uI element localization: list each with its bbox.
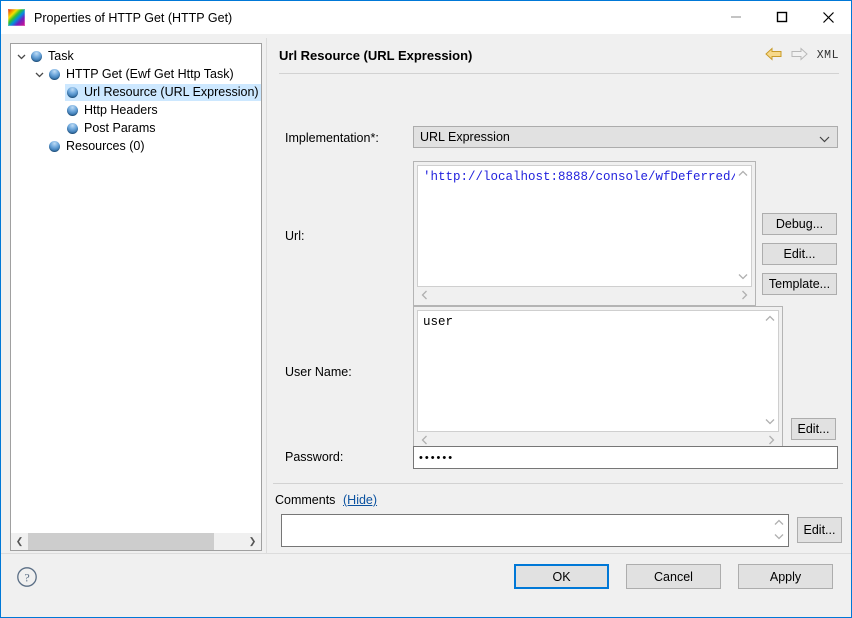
username-value: user: [418, 311, 778, 334]
chevron-down-icon[interactable]: [13, 47, 29, 65]
tree-item-label: Resources (0): [66, 139, 145, 153]
properties-detail-panel: Url Resource (URL Expression) XML: [273, 43, 843, 555]
comments-section-divider: [273, 483, 843, 484]
ok-button[interactable]: OK: [514, 564, 609, 589]
detail-header: Url Resource (URL Expression) XML: [273, 43, 843, 75]
url-value: 'http://localhost:8888/console/wfDeferre…: [418, 166, 751, 189]
comments-value: [282, 515, 788, 523]
node-sphere-icon: [67, 87, 78, 98]
url-edit-button[interactable]: Edit...: [762, 243, 837, 265]
password-input[interactable]: ••••••: [413, 446, 838, 469]
node-sphere-icon: [49, 141, 60, 152]
scroll-down-arrow-icon[interactable]: [765, 417, 775, 428]
implementation-select[interactable]: URL Expression: [413, 126, 838, 148]
node-sphere-icon: [67, 105, 78, 116]
node-sphere-icon: [67, 123, 78, 134]
url-editor-frame: 'http://localhost:8888/console/wfDeferre…: [413, 161, 756, 306]
tree-item-label: Post Params: [84, 121, 156, 135]
tree-item-resources[interactable]: Resources (0): [11, 137, 261, 155]
comments-scroll-spinner[interactable]: [771, 516, 787, 545]
tree-horizontal-scrollbar[interactable]: ❮ ❯: [11, 533, 261, 550]
forward-arrow-icon: [791, 47, 808, 64]
twisty-placeholder: [31, 137, 47, 155]
properties-dialog-window: Properties of HTTP Get (HTTP Get): [0, 0, 852, 618]
scroll-down-arrow-icon[interactable]: [738, 272, 748, 283]
page-title: Url Resource (URL Expression): [279, 48, 472, 63]
password-value: ••••••: [419, 452, 454, 464]
dialog-body: Task HTTP Get (Ewf Get Http Task): [1, 34, 851, 553]
scroll-track[interactable]: [28, 533, 244, 550]
tree-item-http-get[interactable]: HTTP Get (Ewf Get Http Task): [11, 65, 261, 83]
back-arrow-icon[interactable]: [765, 47, 782, 64]
tree-item-url-resource[interactable]: Url Resource (URL Expression): [11, 83, 261, 101]
url-textarea[interactable]: 'http://localhost:8888/console/wfDeferre…: [417, 165, 752, 287]
maximize-button[interactable]: [759, 1, 805, 33]
tree-item-post-params[interactable]: Post Params: [11, 119, 261, 137]
apply-button[interactable]: Apply: [738, 564, 833, 589]
scroll-thumb[interactable]: [28, 533, 214, 550]
username-edit-button[interactable]: Edit...: [791, 418, 836, 440]
node-sphere-icon: [31, 51, 42, 62]
svg-text:?: ?: [24, 571, 29, 585]
tree-item-label: Http Headers: [84, 103, 158, 117]
tree-item-http-headers[interactable]: Http Headers: [11, 101, 261, 119]
twisty-placeholder: [49, 119, 65, 137]
url-vertical-scrollbar[interactable]: [735, 166, 751, 286]
twisty-placeholder: [49, 83, 65, 101]
scroll-left-arrow-icon[interactable]: ❮: [11, 533, 28, 550]
minimize-button[interactable]: [713, 1, 759, 33]
rainbow-app-icon: [8, 9, 25, 26]
scroll-right-arrow-icon[interactable]: ❯: [244, 533, 261, 550]
header-toolbar: XML: [765, 47, 839, 64]
dialog-footer: ? OK Cancel Apply: [1, 553, 851, 617]
twisty-placeholder: [49, 101, 65, 119]
username-label: User Name:: [285, 365, 352, 379]
implementation-label: Implementation*:: [285, 131, 379, 145]
node-sphere-icon: [49, 69, 60, 80]
implementation-value: URL Expression: [420, 130, 510, 144]
tree-items: Task HTTP Get (Ewf Get Http Task): [11, 44, 261, 533]
title-bar: Properties of HTTP Get (HTTP Get): [1, 1, 851, 34]
scroll-right-arrow-icon[interactable]: [741, 290, 748, 303]
panel-divider: [266, 38, 267, 557]
comments-label: Comments: [275, 493, 335, 507]
scroll-up-arrow-icon[interactable]: [765, 314, 775, 325]
chevron-down-icon[interactable]: [819, 132, 830, 146]
username-textarea[interactable]: user: [417, 310, 779, 432]
username-editor-frame: user: [413, 306, 783, 451]
tree-item-label: Url Resource (URL Expression): [84, 85, 259, 99]
comments-edit-button[interactable]: Edit...: [797, 517, 842, 543]
footer-buttons: OK Cancel Apply: [514, 564, 833, 589]
tree-item-label: Task: [48, 49, 74, 63]
window-title: Properties of HTTP Get (HTTP Get): [34, 11, 232, 25]
xml-link[interactable]: XML: [817, 49, 839, 62]
header-divider: [279, 73, 839, 74]
url-horizontal-scrollbar[interactable]: [417, 288, 752, 304]
scroll-up-arrow-icon[interactable]: [738, 169, 748, 180]
cancel-button[interactable]: Cancel: [626, 564, 721, 589]
password-label: Password:: [285, 450, 343, 464]
tree-item-label: HTTP Get (Ewf Get Http Task): [66, 67, 234, 81]
window-controls: [713, 1, 851, 33]
comments-textarea[interactable]: [281, 514, 789, 547]
properties-tree-panel[interactable]: Task HTTP Get (Ewf Get Http Task): [10, 43, 262, 551]
debug-button[interactable]: Debug...: [762, 213, 837, 235]
chevron-down-icon[interactable]: [31, 65, 47, 83]
scroll-down-arrow-icon[interactable]: [774, 532, 784, 543]
username-vertical-scrollbar[interactable]: [762, 311, 778, 431]
comments-hide-link[interactable]: (Hide): [343, 493, 377, 507]
url-label: Url:: [285, 229, 304, 243]
help-question-icon[interactable]: ?: [16, 566, 38, 591]
tree-item-task[interactable]: Task: [11, 47, 261, 65]
scroll-left-arrow-icon[interactable]: [421, 290, 428, 303]
template-button[interactable]: Template...: [762, 273, 837, 295]
close-button[interactable]: [805, 1, 851, 33]
scroll-up-arrow-icon[interactable]: [774, 518, 784, 529]
